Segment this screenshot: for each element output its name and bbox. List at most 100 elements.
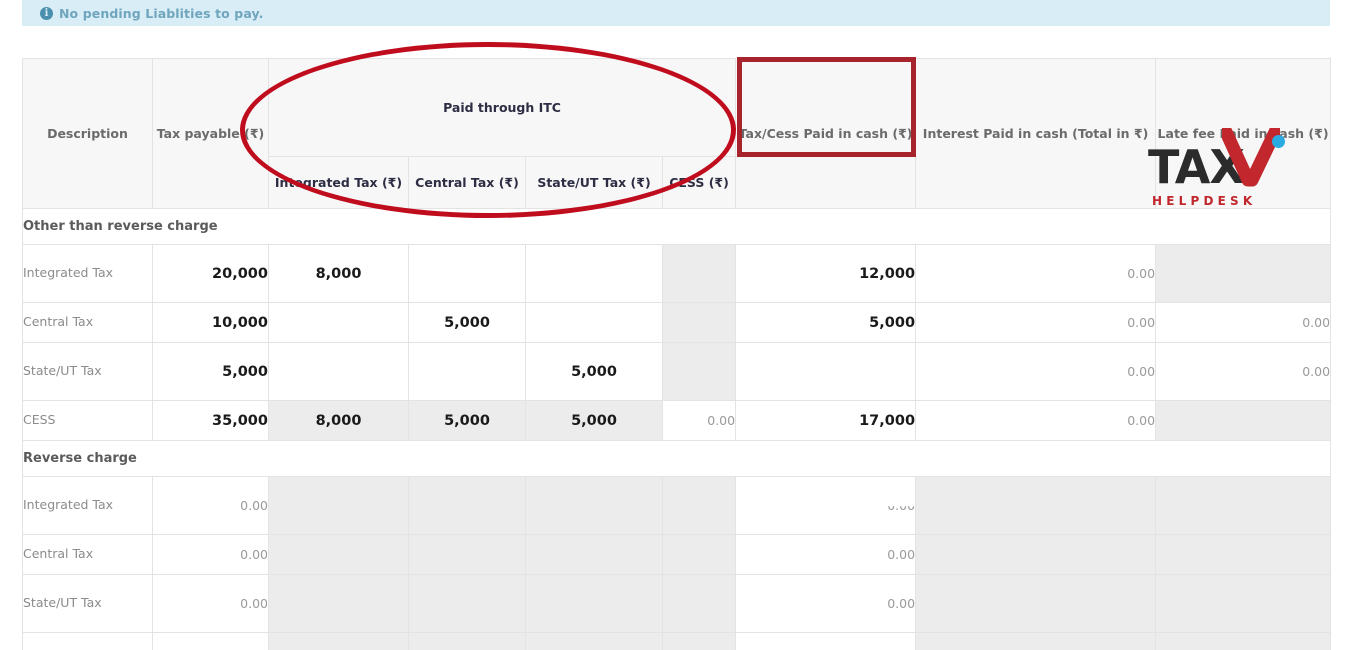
cell-interest-paid-cash[interactable]: 0.00 <box>915 400 1157 441</box>
table-row: Integrated Tax 20,000 8,000 12,000 0.00 <box>22 244 1332 303</box>
cell-itc-state <box>525 574 663 633</box>
row-description: Integrated Tax <box>22 244 153 303</box>
cell-tax-payable[interactable]: 0.00 <box>152 574 269 633</box>
row-description: State/UT Tax <box>22 342 153 401</box>
cell-itc-cess <box>661 244 737 303</box>
cell-itc-state <box>525 534 663 575</box>
row-description: Central Tax <box>22 534 153 575</box>
cell-interest-paid-cash[interactable]: 0.00 <box>915 342 1157 401</box>
cell-itc-state[interactable]: 5,000 <box>525 400 663 441</box>
col-header-itc-central-tax: Central Tax (₹) <box>408 156 526 209</box>
cell-itc-central <box>408 534 526 575</box>
cell-tax-payable[interactable]: 5,000 <box>152 342 269 401</box>
cell-tax-payable[interactable]: 0.00 <box>152 534 269 575</box>
cell-tax-cess-paid-cash[interactable]: 12,000 <box>735 244 917 303</box>
cell-tax-cess-paid-cash[interactable] <box>735 342 917 401</box>
liability-table-wrapper: Description Tax payable (₹) Paid through… <box>21 58 1332 650</box>
col-header-tax-cess-paid-cash: Tax/Cess Paid in cash (₹) <box>735 58 917 209</box>
cell-tax-cess-paid-cash[interactable]: 0.00 <box>735 476 917 535</box>
section-title-other-than-reverse-charge: Other than reverse charge <box>21 208 1332 245</box>
tax-liability-table: Description Tax payable (₹) Paid through… <box>21 58 1332 650</box>
cell-itc-integrated <box>268 574 409 633</box>
cell-late-fee-paid-cash <box>1155 534 1332 575</box>
cell-itc-integrated <box>268 632 409 650</box>
cell-interest-paid-cash[interactable]: 0.00 <box>915 302 1157 343</box>
cell-itc-central[interactable] <box>408 342 526 401</box>
table-row: Central Tax 10,000 5,000 5,000 0.00 0.00 <box>22 302 1332 343</box>
cell-itc-integrated[interactable]: 8,000 <box>268 244 409 303</box>
col-header-itc-integrated-tax: Integrated Tax (₹) <box>268 156 409 209</box>
cell-tax-payable[interactable] <box>152 632 269 650</box>
cell-itc-state <box>525 476 663 535</box>
cell-interest-paid-cash[interactable]: 0.00 <box>915 244 1157 303</box>
col-header-interest-paid-cash: Interest Paid in cash (Total in ₹) <box>915 58 1157 209</box>
cell-itc-integrated[interactable]: 8,000 <box>268 400 409 441</box>
cell-late-fee-paid-cash[interactable]: 0.00 <box>1155 302 1332 343</box>
col-header-late-fee-paid-cash: Late fee Paid in cash (₹) <box>1155 58 1332 209</box>
cell-itc-central[interactable]: 5,000 <box>408 400 526 441</box>
cell-itc-cess <box>661 574 737 633</box>
cell-interest-paid-cash <box>915 476 1157 535</box>
cell-late-fee-paid-cash[interactable]: 0.00 <box>1155 342 1332 401</box>
row-description: Integrated Tax <box>22 476 153 535</box>
col-header-itc-cess: CESS (₹) <box>661 156 737 209</box>
cell-interest-paid-cash <box>915 534 1157 575</box>
table-head: Description Tax payable (₹) Paid through… <box>22 58 1332 209</box>
row-description <box>22 632 153 650</box>
cell-late-fee-paid-cash <box>1155 476 1332 535</box>
cell-interest-paid-cash <box>915 574 1157 633</box>
cell-itc-cess <box>661 342 737 401</box>
cell-tax-cess-paid-cash[interactable]: 0.00 <box>735 574 917 633</box>
row-description: State/UT Tax <box>22 574 153 633</box>
cell-itc-cess <box>661 534 737 575</box>
cell-tax-cess-paid-cash[interactable] <box>735 632 917 650</box>
cell-itc-central[interactable] <box>408 244 526 303</box>
col-header-tax-payable: Tax payable (₹) <box>152 58 269 209</box>
cell-itc-integrated[interactable] <box>268 302 409 343</box>
cell-interest-paid-cash <box>915 632 1157 650</box>
table-body: Other than reverse charge Integrated Tax… <box>21 208 1332 650</box>
info-banner: i No pending Liablities to pay. <box>22 0 1330 26</box>
table-row: State/UT Tax 5,000 5,000 0.00 0.00 <box>22 342 1332 401</box>
cell-itc-integrated <box>268 534 409 575</box>
cell-tax-cess-paid-cash[interactable]: 5,000 <box>735 302 917 343</box>
table-row: Central Tax 0.00 0.00 <box>22 534 1332 575</box>
row-description: Central Tax <box>22 302 153 343</box>
cell-itc-integrated[interactable] <box>268 342 409 401</box>
cell-late-fee-paid-cash <box>1155 400 1332 441</box>
cell-late-fee-paid-cash <box>1155 244 1332 303</box>
page-root: i No pending Liablities to pay. Descript… <box>0 0 1350 650</box>
cell-itc-state[interactable] <box>525 244 663 303</box>
row-description: CESS <box>22 400 153 441</box>
cell-tax-cess-paid-cash[interactable]: 17,000 <box>735 400 917 441</box>
cell-tax-payable[interactable]: 10,000 <box>152 302 269 343</box>
cell-itc-state[interactable] <box>525 302 663 343</box>
section-header-row: Other than reverse charge <box>21 208 1332 245</box>
table-row: Integrated Tax 0.00 0.00 <box>22 476 1332 535</box>
cell-itc-cess <box>661 302 737 343</box>
cell-tax-payable[interactable]: 35,000 <box>152 400 269 441</box>
cell-itc-cess <box>661 632 737 650</box>
cell-itc-state[interactable]: 5,000 <box>525 342 663 401</box>
col-header-itc-state-tax: State/UT Tax (₹) <box>525 156 663 209</box>
cell-itc-central[interactable]: 5,000 <box>408 302 526 343</box>
info-circle-icon: i <box>40 6 53 20</box>
table-row: State/UT Tax 0.00 0.00 <box>22 574 1332 633</box>
cell-itc-state <box>525 632 663 650</box>
cell-itc-cess[interactable]: 0.00 <box>661 400 737 441</box>
table-row: CESS 35,000 8,000 5,000 5,000 0.00 17,00… <box>22 400 1332 441</box>
cell-tax-payable[interactable]: 0.00 <box>152 476 269 535</box>
cell-late-fee-paid-cash <box>1155 574 1332 633</box>
table-header-row-primary: Description Tax payable (₹) Paid through… <box>22 58 1332 209</box>
section-title-reverse-charge: Reverse charge <box>21 440 1332 477</box>
cell-itc-central <box>408 632 526 650</box>
col-header-paid-through-itc: Paid through ITC <box>267 58 737 157</box>
cell-itc-central <box>408 574 526 633</box>
cell-tax-cess-paid-cash[interactable]: 0.00 <box>735 534 917 575</box>
cell-tax-cess-paid-cash-value: 0.00 <box>887 498 916 513</box>
cell-itc-central <box>408 476 526 535</box>
cell-itc-cess <box>661 476 737 535</box>
section-header-row: Reverse charge <box>21 440 1332 477</box>
info-banner-message: No pending Liablities to pay. <box>59 5 264 21</box>
cell-tax-payable[interactable]: 20,000 <box>152 244 269 303</box>
